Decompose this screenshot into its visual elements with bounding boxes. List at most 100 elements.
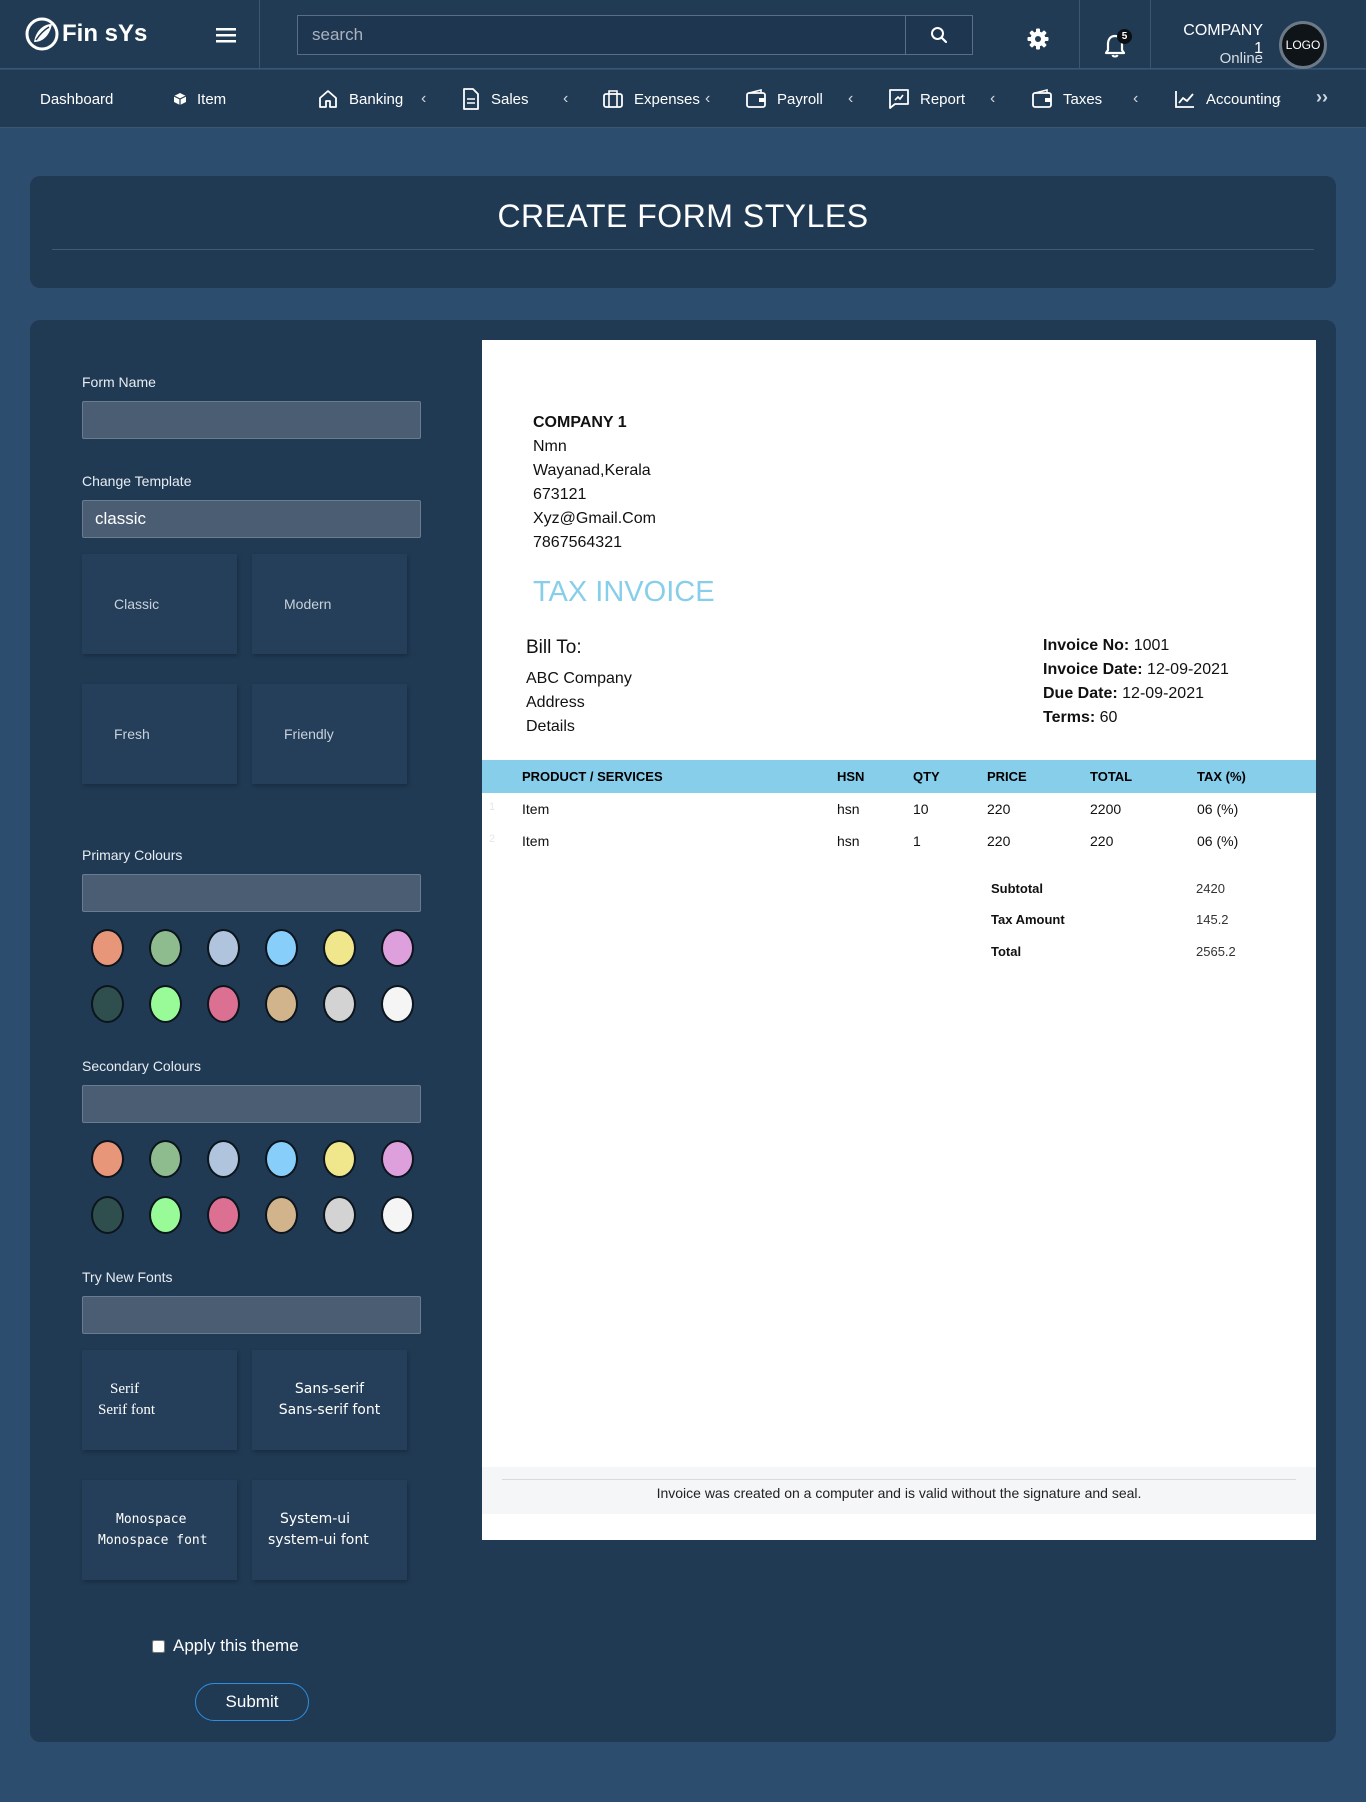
row-number: 2 — [489, 833, 496, 845]
colour-swatch[interactable] — [207, 929, 240, 967]
colour-swatch[interactable] — [91, 1140, 124, 1178]
colour-swatch[interactable] — [149, 1196, 182, 1234]
hamburger-menu-icon[interactable] — [214, 23, 238, 47]
bill-to-label: Bill To: — [526, 637, 582, 658]
invoice-no-label: Invoice No: — [1043, 637, 1130, 654]
bill-to-line: Details — [526, 718, 575, 735]
secondary-colours-label: Secondary Colours — [82, 1058, 202, 1074]
home-icon — [319, 90, 337, 108]
subtotal-value: 2420 — [1196, 881, 1225, 896]
tax-amount-value: 145.2 — [1196, 912, 1229, 927]
search-button[interactable] — [905, 16, 972, 54]
colour-swatch[interactable] — [323, 985, 356, 1023]
font-name: Monospace — [116, 1512, 187, 1527]
nav-accounting[interactable]: Accounting — [1174, 70, 1280, 128]
colour-swatch[interactable] — [381, 1196, 414, 1234]
colour-swatch[interactable] — [265, 1196, 298, 1234]
company-details: COMPANY 1 Nmn Wayanad,Kerala 673121 Xyz@… — [533, 411, 656, 555]
colour-swatch[interactable] — [381, 985, 414, 1023]
template-classic[interactable]: Classic — [82, 554, 237, 654]
nav-banking[interactable]: Banking — [317, 70, 403, 128]
nav-more-icon[interactable]: ›› — [1316, 87, 1328, 108]
nav-sales[interactable]: Sales — [461, 70, 529, 128]
briefcase-icon — [603, 90, 623, 108]
colour-swatch[interactable] — [207, 1196, 240, 1234]
search-input[interactable] — [298, 16, 905, 54]
colour-swatch[interactable] — [207, 1140, 240, 1178]
apply-theme-checkbox[interactable] — [152, 1639, 165, 1653]
submit-button[interactable]: Submit — [195, 1683, 309, 1721]
template-name: Fresh — [114, 726, 150, 742]
colour-swatch[interactable] — [149, 929, 182, 967]
col-price: PRICE — [987, 769, 1027, 784]
nav-taxes[interactable]: Taxes — [1031, 70, 1102, 128]
colour-swatch[interactable] — [323, 1196, 356, 1234]
colour-swatch[interactable] — [91, 1196, 124, 1234]
chevron-left-icon[interactable]: ‹ — [563, 90, 568, 108]
font-serif[interactable]: Serif Serif font — [82, 1350, 237, 1450]
chevron-left-icon[interactable]: ‹ — [1133, 90, 1138, 108]
template-label: Change Template — [82, 473, 192, 489]
company-email: Xyz@Gmail.Com — [533, 510, 656, 527]
secondary-colour-input[interactable] — [82, 1085, 421, 1123]
colour-swatch[interactable] — [149, 1140, 182, 1178]
company-location: Wayanad,Kerala — [533, 462, 651, 479]
cell-hsn: hsn — [837, 833, 860, 849]
divider — [1150, 0, 1151, 69]
settings-gear-icon[interactable] — [1026, 27, 1050, 51]
cell-total: 220 — [1090, 833, 1114, 849]
nav-report[interactable]: Report — [888, 70, 965, 128]
template-select[interactable]: classic — [82, 500, 421, 538]
cell-total: 2200 — [1090, 801, 1122, 817]
colour-swatch[interactable] — [91, 929, 124, 967]
chevron-left-icon[interactable]: ‹ — [421, 90, 426, 108]
items-table-header: PRODUCT / SERVICES HSN QTY PRICE TOTAL T… — [482, 760, 1316, 793]
company-avatar[interactable]: LOGO — [1279, 21, 1327, 69]
template-modern[interactable]: Modern — [252, 554, 407, 654]
colour-swatch[interactable] — [91, 985, 124, 1023]
col-total: TOTAL — [1090, 769, 1133, 784]
nav-expenses[interactable]: Expenses — [602, 70, 700, 128]
colour-swatch[interactable] — [149, 985, 182, 1023]
primary-colour-input[interactable] — [82, 874, 421, 912]
invoice-date-label: Invoice Date: — [1043, 661, 1143, 678]
cell-hsn: hsn — [837, 801, 860, 817]
colour-swatch[interactable] — [207, 985, 240, 1023]
nav-dashboard[interactable]: Dashboard — [40, 70, 113, 128]
apply-theme[interactable]: Apply this theme — [152, 1636, 299, 1656]
chevron-left-icon[interactable]: ‹ — [848, 90, 853, 108]
total-value: 2565.2 — [1196, 944, 1236, 959]
chevron-left-icon[interactable]: ‹ — [705, 90, 710, 108]
template-fresh[interactable]: Fresh — [82, 684, 237, 784]
chevron-left-icon[interactable]: ‹ — [1276, 90, 1281, 108]
company-line: Nmn — [533, 438, 567, 455]
colour-swatch[interactable] — [323, 1140, 356, 1178]
colour-swatch[interactable] — [265, 1140, 298, 1178]
divider — [1079, 0, 1080, 69]
colour-swatch[interactable] — [323, 929, 356, 967]
form-name-input[interactable] — [82, 401, 421, 439]
cell-qty: 10 — [913, 801, 929, 817]
invoice-preview: COMPANY 1 Nmn Wayanad,Kerala 673121 Xyz@… — [482, 340, 1316, 1540]
nav-item[interactable]: Item — [173, 70, 226, 128]
template-friendly[interactable]: Friendly — [252, 684, 407, 784]
brand-logo[interactable]: Fin sYs — [24, 16, 147, 52]
font-name: Sans-serif — [294, 1381, 365, 1397]
subtotal-label: Subtotal — [991, 881, 1043, 896]
nav-payroll[interactable]: Payroll — [745, 70, 823, 128]
colour-swatch[interactable] — [265, 985, 298, 1023]
font-system-ui[interactable]: System-ui system-ui font — [252, 1480, 407, 1580]
font-input[interactable] — [82, 1296, 421, 1334]
cell-qty: 1 — [913, 833, 921, 849]
bill-to-line: ABC Company — [526, 670, 632, 687]
font-sans-serif[interactable]: Sans-serif Sans-serif font — [252, 1350, 407, 1450]
col-product: PRODUCT / SERVICES — [522, 769, 663, 784]
colour-swatch[interactable] — [381, 1140, 414, 1178]
colour-swatch[interactable] — [265, 929, 298, 967]
row-number: 1 — [489, 801, 496, 813]
font-monospace[interactable]: Monospace Monospace font — [82, 1480, 237, 1580]
colour-swatch[interactable] — [381, 929, 414, 967]
online-status: Online — [1219, 50, 1263, 67]
chevron-left-icon[interactable]: ‹ — [990, 90, 995, 108]
divider — [259, 0, 260, 69]
